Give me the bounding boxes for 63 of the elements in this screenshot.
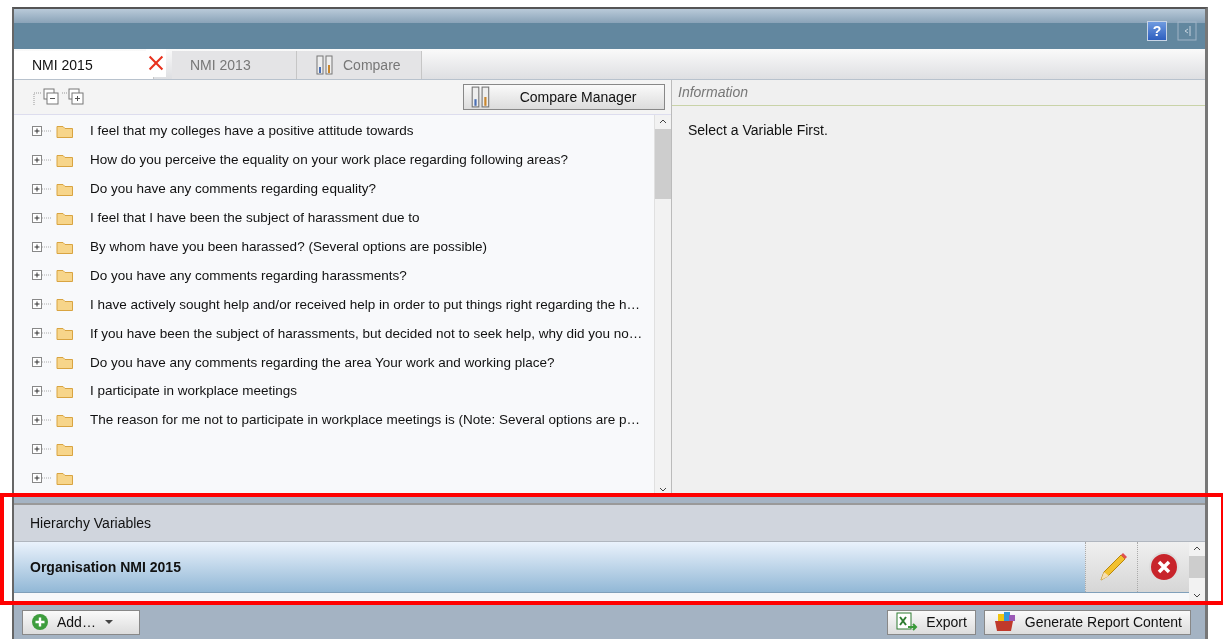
compare-icon — [470, 85, 492, 108]
info-message: Select a Variable First. — [688, 121, 828, 138]
collapse-all-icon[interactable] — [32, 86, 62, 107]
delete-button[interactable] — [1137, 542, 1189, 593]
folder-icon — [56, 268, 74, 283]
expander-icon[interactable] — [32, 268, 52, 283]
tree-item[interactable]: Do you have any comments regarding harassments? — [32, 260, 654, 290]
expander-icon[interactable] — [32, 412, 52, 427]
edit-button[interactable] — [1085, 542, 1137, 593]
tree-item[interactable]: How do you perceive the equality on your work place regarding following areas? — [32, 145, 654, 175]
tree-item[interactable]: I feel that my colleges have a positive attitude towards — [32, 116, 654, 146]
tree-item[interactable]: If you have been the subject of harassments, but decided not to seek help, why did you no… — [32, 318, 654, 348]
folder-icon — [56, 412, 74, 427]
tree-item[interactable]: The reason for me not to participate in workplace meetings is (Note: Several options are p… — [32, 405, 654, 435]
folder-icon — [56, 441, 74, 456]
expander-icon[interactable] — [32, 239, 52, 254]
folder-icon — [56, 181, 74, 196]
close-icon[interactable] — [146, 48, 166, 77]
tree-item[interactable]: I have actively sought help and/or received help in order to put things right regarding the h… — [32, 289, 654, 319]
expander-icon[interactable] — [32, 355, 52, 370]
expander-icon[interactable] — [32, 210, 52, 225]
folder-icon — [56, 210, 74, 225]
spreadsheet-export-icon — [896, 612, 919, 633]
add-icon — [31, 613, 49, 632]
tree-item[interactable]: Do you have any comments regarding the area Your work and working place? — [32, 347, 654, 377]
expander-icon[interactable] — [32, 470, 52, 485]
hierarchy-item[interactable]: Organisation NMI 2015 — [14, 542, 1189, 594]
report-icon — [992, 611, 1017, 634]
tree-item[interactable]: I participate in workplace meetings — [32, 376, 654, 406]
scrollbar[interactable] — [1189, 542, 1205, 602]
scroll-thumb[interactable] — [1189, 556, 1205, 579]
tree-item[interactable]: Do you have any comments regarding equality? — [32, 174, 654, 204]
tree-item[interactable]: By whom have you been harassed? (Several options are possible) — [32, 232, 654, 261]
expander-icon[interactable] — [32, 181, 52, 196]
panel-title: Information — [678, 84, 749, 100]
export-button[interactable]: Export — [887, 609, 976, 635]
expander-icon[interactable] — [32, 152, 52, 167]
tree-item[interactable]: I feel that I have been the subject of harassment due to — [32, 203, 654, 233]
section-title: Hierarchy Variables — [30, 515, 152, 532]
generate-report-button[interactable]: Generate Report Content — [983, 609, 1191, 635]
folder-icon — [56, 297, 74, 312]
expander-icon[interactable] — [32, 383, 52, 398]
help-button[interactable]: ? — [1147, 20, 1167, 41]
folder-icon — [56, 123, 74, 138]
dropdown-caret-icon — [103, 619, 114, 626]
tab[interactable]: Compare — [297, 50, 422, 79]
expander-icon[interactable] — [32, 326, 52, 341]
expander-icon[interactable] — [32, 123, 52, 138]
folder-icon — [56, 383, 74, 398]
compare-manager-button[interactable]: Compare Manager — [463, 83, 665, 110]
scroll-thumb[interactable] — [655, 128, 671, 199]
folder-icon — [56, 239, 74, 254]
folder-icon — [56, 355, 74, 370]
tab[interactable]: NMI 2015 — [14, 50, 154, 79]
folder-icon — [56, 326, 74, 341]
folder-icon — [56, 152, 74, 167]
tab[interactable]: NMI 2013 — [172, 50, 297, 79]
folder-icon — [56, 470, 74, 485]
expander-icon[interactable] — [32, 297, 52, 312]
add-button[interactable]: Add… — [22, 609, 140, 635]
scrollbar[interactable] — [654, 114, 671, 496]
compare-icon — [315, 54, 335, 75]
expander-icon[interactable] — [32, 441, 52, 456]
